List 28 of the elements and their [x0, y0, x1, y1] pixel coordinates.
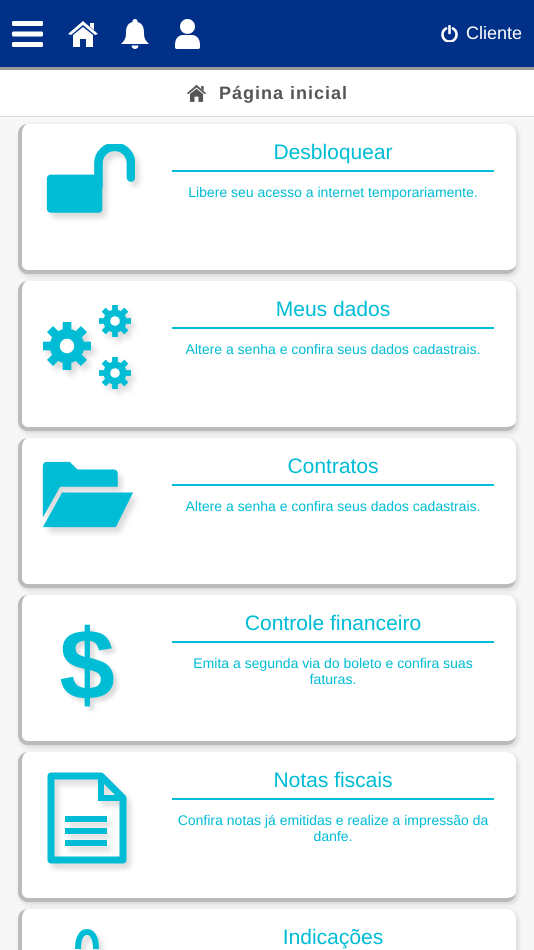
- menu-card[interactable]: Indicações: [18, 909, 516, 950]
- card-title: Controle financeiro: [172, 611, 494, 643]
- menu-card[interactable]: Desbloquear Libere seu acesso a internet temporariamente.: [18, 124, 516, 274]
- card-title: Notas fiscais: [172, 768, 494, 800]
- logout-button[interactable]: Cliente: [440, 20, 522, 47]
- menu-card[interactable]: Contratos Altere a senha e confira seus dados cadastrais.: [18, 438, 516, 588]
- menu-card[interactable]: $ Controle financeiro Emita a segunda via do boleto e confira suas faturas.: [18, 595, 516, 745]
- card-title: Desbloquear: [172, 140, 494, 172]
- loop-icon: [72, 929, 102, 949]
- menu-card[interactable]: Notas fiscais Confira notas já emitidas e realize a impressão da danfe.: [18, 752, 516, 902]
- power-icon: [440, 25, 458, 42]
- document-icon: [47, 772, 127, 864]
- card-title: Indicações: [172, 925, 494, 950]
- home-icon[interactable]: [67, 20, 99, 47]
- home-icon: [186, 84, 207, 102]
- menu-card[interactable]: Meus dados Altere a senha e confira seus dados cadastrais.: [18, 281, 516, 431]
- user-icon[interactable]: [175, 18, 200, 48]
- card-description: Altere a senha e confira seus dados cadastrais.: [184, 341, 482, 357]
- card-title: Contratos: [172, 454, 494, 486]
- dollar-icon: $: [59, 615, 115, 741]
- bell-icon[interactable]: [121, 18, 149, 48]
- page-title: Página inicial: [218, 82, 348, 105]
- card-description: Libere seu acesso a internet temporariamente.: [187, 184, 479, 200]
- card-description: Confira notas já emitidas e realize a impressão da danfe.: [176, 812, 490, 844]
- card-description: Emita a segunda via do boleto e confira suas faturas.: [192, 655, 474, 687]
- card-description: Altere a senha e confira seus dados cadastrais.: [184, 498, 482, 514]
- card-title: Meus dados: [172, 297, 494, 329]
- menu-icon[interactable]: [12, 20, 43, 46]
